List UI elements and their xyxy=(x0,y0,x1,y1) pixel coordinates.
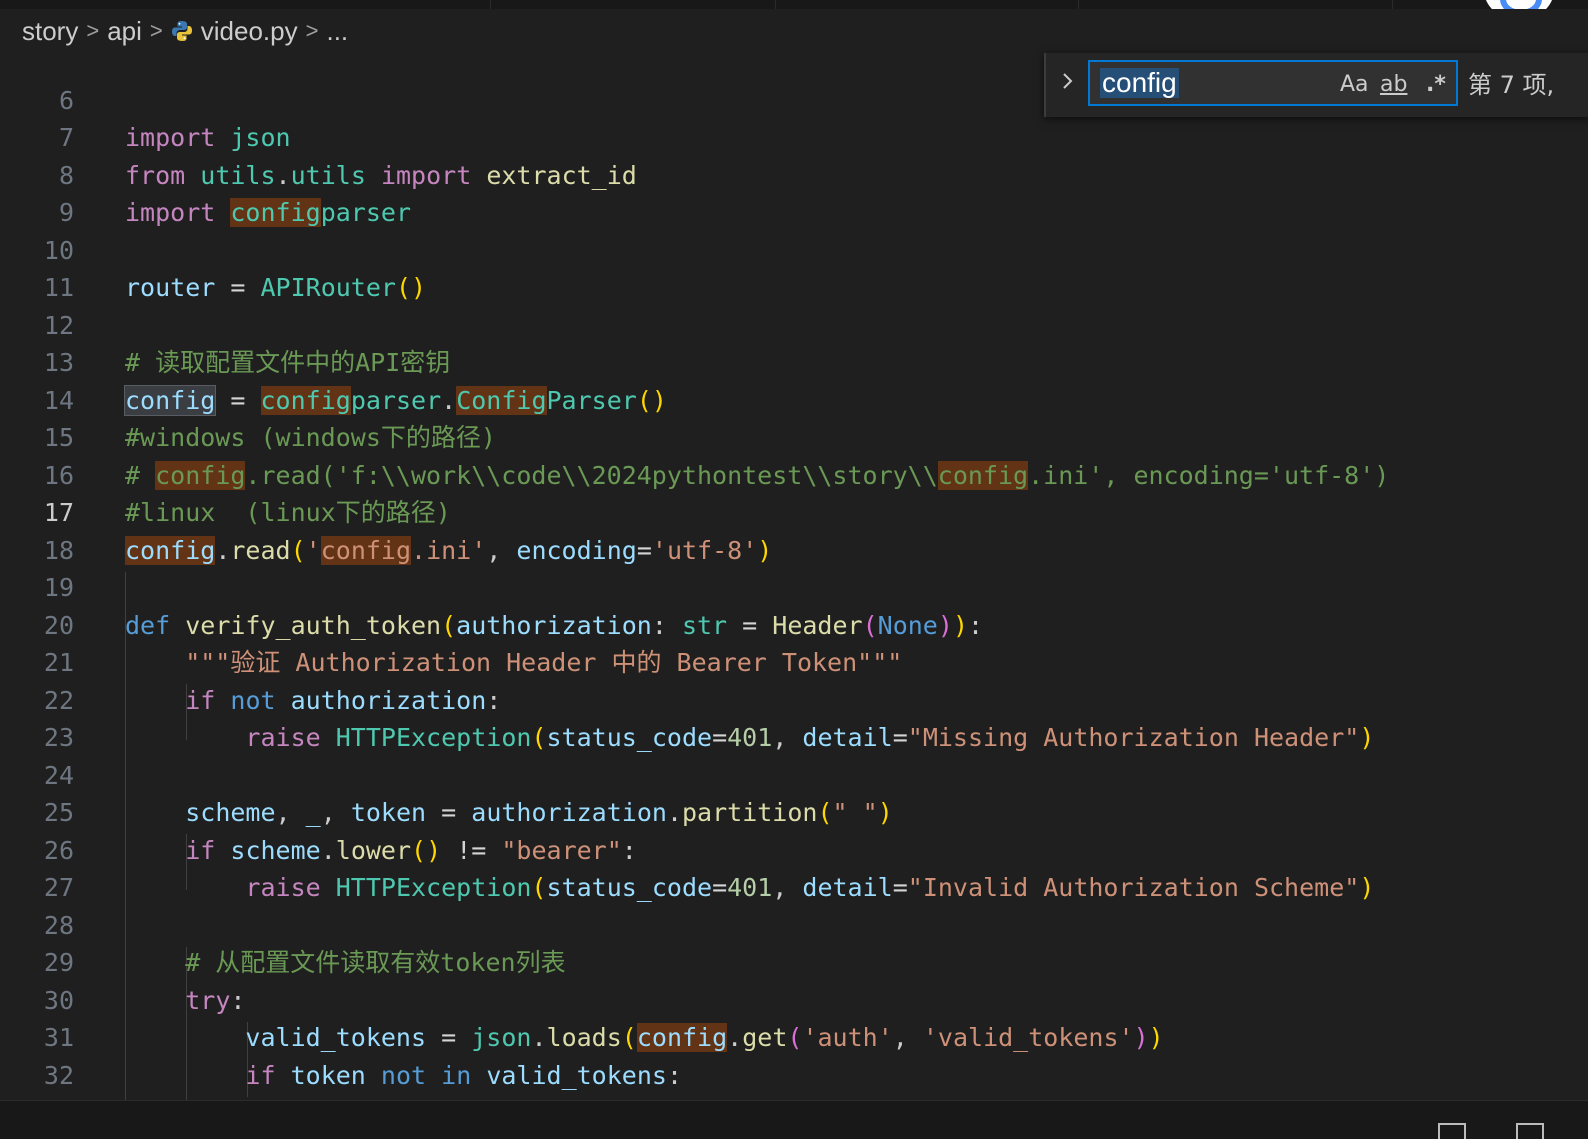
code-line[interactable]: 19 def verify_auth_token(authorization: … xyxy=(0,532,1588,640)
code-line[interactable]: 10 router = APIRouter() xyxy=(0,194,1588,303)
breadcrumb-item-symbols[interactable]: ... xyxy=(326,16,348,47)
breadcrumb-item-api[interactable]: api xyxy=(107,16,142,47)
match-whole-word-toggle[interactable]: ab xyxy=(1380,72,1407,98)
code-line[interactable]: 26 raise HTTPException(status_code=401, … xyxy=(0,794,1588,903)
code-line[interactable]: 16 #linux (linux下的路径) xyxy=(0,419,1588,528)
code-line[interactable]: 27 xyxy=(0,832,1588,902)
code-line[interactable]: 13 config = configparser.ConfigParser() xyxy=(0,307,1588,416)
code-line[interactable]: 9 xyxy=(0,157,1588,227)
breadcrumb-item-file[interactable]: video.py xyxy=(201,16,298,47)
find-result-count: 第 7 项, xyxy=(1468,71,1555,99)
code-line[interactable]: 18 xyxy=(0,494,1588,565)
code-editor[interactable]: 6 import json 7 from utils.utils import … xyxy=(0,53,1588,1100)
code-line[interactable]: 14 #windows (windows下的路径) xyxy=(0,344,1588,453)
code-line[interactable]: 8 import configparser xyxy=(0,119,1588,227)
code-line[interactable]: 22 raise HTTPException(status_code=401, … xyxy=(0,644,1588,753)
toggle-replace-button[interactable] xyxy=(1060,67,1080,103)
breadcrumb-separator: > xyxy=(149,18,163,43)
tab-separator xyxy=(1392,0,1393,9)
breadcrumb-item-story[interactable]: story xyxy=(22,16,78,47)
code-line[interactable]: 24 scheme, _, token = authorization.part… xyxy=(0,719,1588,828)
code-line[interactable]: 33 except (configparser.NoSectionError, … xyxy=(0,1057,1588,1100)
code-line[interactable]: 20 """验证 Authorization Header 中的 Bearer … xyxy=(0,569,1588,678)
code-line[interactable]: 21 if not authorization: xyxy=(0,607,1588,715)
status-bar xyxy=(0,1100,1588,1139)
code-line[interactable]: 30 valid_tokens = json.loads(config.get(… xyxy=(0,944,1588,1052)
find-input[interactable]: config xyxy=(1100,68,1179,98)
code-line[interactable]: 32 raise HTTPException(status_code=403, … xyxy=(0,1019,1588,1101)
find-widget: config Aa ab .* 第 7 项, xyxy=(1044,53,1588,117)
tab-separator xyxy=(775,0,776,9)
find-input-box[interactable]: config Aa ab .* xyxy=(1088,60,1458,106)
tab-separator xyxy=(490,0,491,9)
code-line[interactable]: 12 # 读取配置文件中的API密钥 xyxy=(0,269,1588,378)
code-line[interactable]: 11 xyxy=(0,232,1588,302)
tab-separator xyxy=(1078,0,1079,9)
breadcrumb-separator: > xyxy=(305,18,319,43)
match-case-toggle[interactable]: Aa xyxy=(1340,72,1369,98)
code-line[interactable]: 31 if token not in valid_tokens: xyxy=(0,982,1588,1090)
code-line[interactable]: 28 # 从配置文件读取有效token列表 xyxy=(0,869,1588,978)
code-line-active[interactable]: 17 config.read('config.ini', encoding='u… xyxy=(0,457,1588,565)
breadcrumb-separator: > xyxy=(86,18,100,43)
code-line[interactable]: 25 if scheme.lower() != "bearer": xyxy=(0,757,1588,865)
tab-strip xyxy=(0,0,1588,9)
use-regex-toggle[interactable]: .* xyxy=(1426,72,1446,98)
python-file-icon xyxy=(171,20,193,42)
chevron-right-icon xyxy=(1063,73,1073,89)
code-line[interactable]: 15 # config.read('f:\\work\\code\\2024py… xyxy=(0,382,1588,490)
layout-sidebar-icon[interactable] xyxy=(1516,1123,1544,1139)
layout-panel-icon[interactable] xyxy=(1438,1123,1466,1139)
code-line[interactable]: 29 try: xyxy=(0,907,1588,1015)
breadcrumb: story > api > video.py > ... xyxy=(0,9,1588,53)
code-line[interactable]: 23 xyxy=(0,682,1588,752)
